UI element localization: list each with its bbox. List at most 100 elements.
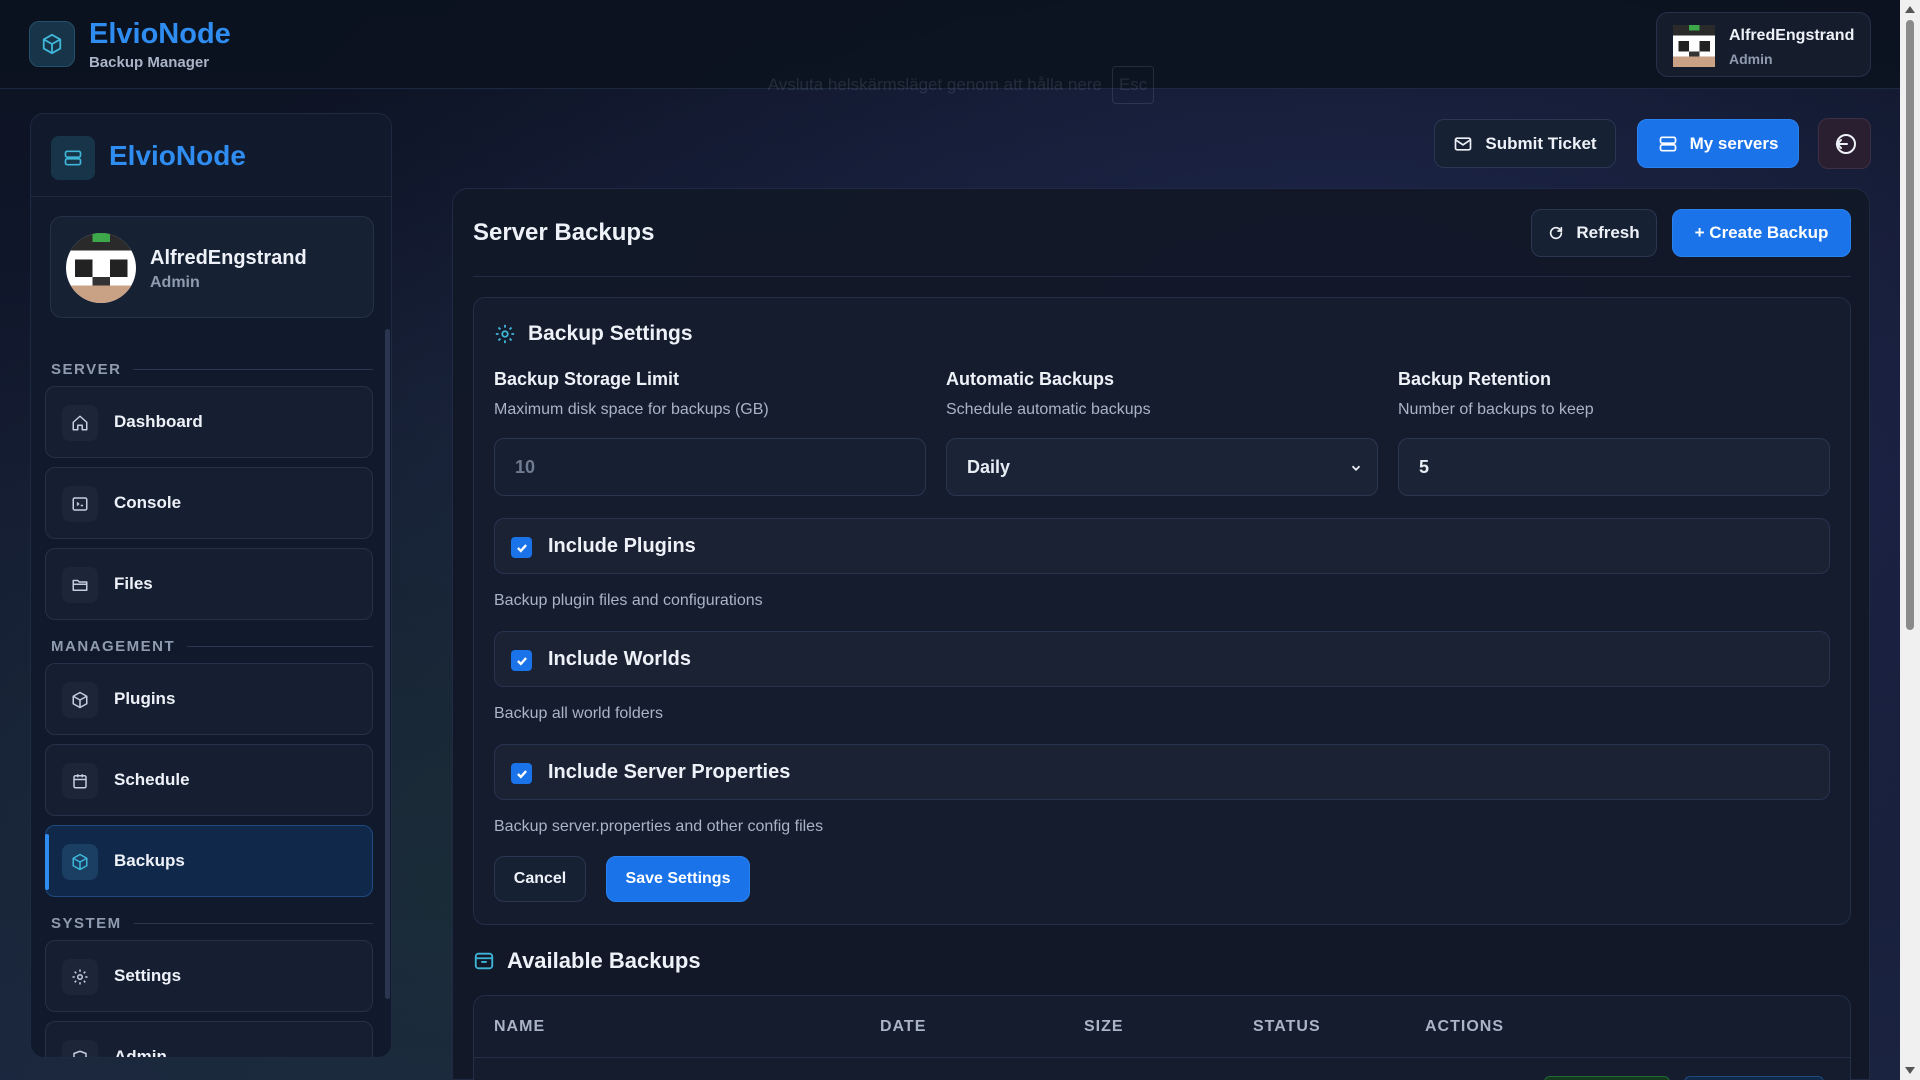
sidebar-item-files[interactable]: Files: [45, 548, 373, 620]
submit-ticket-button[interactable]: Submit Ticket: [1434, 119, 1616, 168]
scrollbar-thumb[interactable]: [1906, 20, 1914, 630]
section-label-text: SERVER: [51, 361, 122, 378]
available-backups-title: Available Backups: [507, 948, 701, 973]
main-panel: Server Backups Refresh + Create Backup B…: [452, 188, 1870, 1080]
gear-icon: [62, 959, 98, 995]
save-settings-button[interactable]: Save Settings: [606, 856, 750, 902]
sidebar-brand: ElvioNode: [109, 140, 246, 171]
check-icon: [516, 656, 527, 666]
sidebar-item-backups[interactable]: Backups: [45, 825, 373, 897]
include-worlds-row[interactable]: Include Worlds: [494, 631, 1830, 687]
my-servers-button[interactable]: My servers: [1637, 119, 1799, 168]
include-worlds-label: Include Worlds: [548, 648, 691, 670]
include-plugins-row[interactable]: Include Plugins: [494, 518, 1830, 574]
create-backup-label: + Create Backup: [1694, 223, 1829, 242]
automatic-backups-select[interactable]: Daily: [946, 438, 1378, 496]
backup-settings-title: Backup Settings: [528, 322, 693, 345]
retention-label: Backup Retention: [1398, 369, 1552, 389]
automatic-backups-help: Schedule automatic backups: [946, 401, 1151, 418]
cube-icon: [62, 844, 98, 880]
section-label-system: SYSTEM: [51, 915, 373, 932]
sidebar-item-label: Schedule: [114, 770, 190, 789]
table-header-divider: [474, 1057, 1850, 1058]
sidebar-header: ElvioNode: [31, 114, 391, 197]
automatic-backups-value: Daily: [967, 456, 1011, 477]
cube-icon: [29, 21, 75, 67]
scroll-up-arrow[interactable]: [1905, 6, 1915, 13]
column-header-name: NAME: [494, 1018, 546, 1035]
section-label-text: MANAGEMENT: [51, 638, 176, 655]
cancel-button[interactable]: Cancel: [494, 856, 586, 902]
storage-limit-label: Backup Storage Limit: [494, 369, 680, 389]
backup-settings-heading: Backup Settings: [494, 322, 693, 346]
sidebar-item-plugins[interactable]: Plugins: [45, 663, 373, 735]
sidebar: ElvioNode AlfredEngstrand Admin SERVER D…: [30, 113, 392, 1058]
storage-limit-help: Maximum disk space for backups (GB): [494, 401, 769, 418]
sidebar-item-label: Admin: [114, 1047, 167, 1058]
include-server-properties-row[interactable]: Include Server Properties: [494, 744, 1830, 800]
create-backup-button[interactable]: + Create Backup: [1672, 209, 1851, 257]
include-server-properties-help: Backup server.properties and other confi…: [494, 818, 824, 835]
logout-button[interactable]: [1818, 118, 1871, 169]
sidebar-item-label: Backups: [114, 851, 185, 870]
scroll-down-arrow[interactable]: [1905, 1067, 1915, 1074]
archive-icon: [474, 952, 494, 970]
include-plugins-checkbox[interactable]: [511, 537, 532, 558]
sidebar-item-settings[interactable]: Settings: [45, 940, 373, 1012]
server-icon: [51, 136, 95, 180]
shield-icon: [62, 1040, 98, 1057]
sidebar-item-label: Plugins: [114, 689, 176, 708]
sidebar-item-admin[interactable]: Admin: [45, 1021, 373, 1058]
sidebar-item-label: Dashboard: [114, 412, 203, 431]
check-icon: [516, 543, 527, 553]
restore-button[interactable]: [1544, 1076, 1670, 1080]
retention-input[interactable]: 5: [1398, 438, 1830, 496]
section-label-management: MANAGEMENT: [51, 638, 373, 655]
save-settings-label: Save Settings: [625, 870, 731, 887]
section-label-server: SERVER: [51, 361, 373, 378]
page-title: Server Backups: [473, 219, 655, 246]
chevron-down-icon: [1351, 465, 1361, 471]
sidebar-item-label: Console: [114, 493, 182, 512]
include-server-properties-checkbox[interactable]: [511, 763, 532, 784]
available-backups-heading: Available Backups: [473, 948, 701, 974]
sidebar-item-label: Settings: [114, 966, 182, 985]
backups-table: NAME DATE SIZE STATUS ACTIONS: [473, 995, 1851, 1080]
include-worlds-checkbox[interactable]: [511, 650, 532, 671]
title-divider: [473, 276, 1851, 277]
fullscreen-hint-text: Avsluta helskärmsläget genom att hålla n…: [767, 75, 1102, 94]
column-header-actions: ACTIONS: [1425, 1018, 1504, 1035]
sidebar-scrollbar[interactable]: [385, 329, 390, 999]
terminal-icon: [62, 486, 98, 522]
sidebar-item-dashboard[interactable]: Dashboard: [45, 386, 373, 458]
mail-icon: [1455, 136, 1472, 151]
page-scrollbar[interactable]: [1900, 0, 1920, 1080]
avatar: [1673, 25, 1715, 67]
refresh-button[interactable]: Refresh: [1531, 209, 1657, 257]
cube-icon: [62, 682, 98, 718]
column-header-date: DATE: [880, 1018, 927, 1035]
sidebar-user-role: Admin: [150, 274, 200, 291]
user-name: AlfredEngstrand: [1729, 27, 1855, 44]
automatic-backups-label: Automatic Backups: [946, 369, 1115, 389]
home-icon: [62, 405, 98, 441]
refresh-icon: [1550, 226, 1563, 240]
include-plugins-help: Backup plugin files and configurations: [494, 592, 763, 609]
user-role: Admin: [1729, 51, 1773, 67]
sidebar-item-console[interactable]: Console: [45, 467, 373, 539]
folder-icon: [62, 567, 98, 603]
sidebar-item-schedule[interactable]: Schedule: [45, 744, 373, 816]
submit-ticket-label: Submit Ticket: [1485, 133, 1597, 153]
avatar: [66, 233, 136, 303]
storage-limit-input[interactable]: 10: [494, 438, 926, 496]
download-button[interactable]: [1684, 1076, 1824, 1080]
gear-icon: [495, 324, 515, 344]
sidebar-user-name: AlfredEngstrand: [150, 247, 307, 269]
user-menu[interactable]: AlfredEngstrand Admin: [1656, 12, 1871, 77]
retention-help: Number of backups to keep: [1398, 401, 1594, 418]
include-plugins-label: Include Plugins: [548, 535, 696, 557]
backup-settings-card: Backup Settings Backup Storage Limit Max…: [473, 297, 1851, 925]
calendar-icon: [62, 763, 98, 799]
server-icon: [1659, 136, 1676, 151]
include-worlds-help: Backup all world folders: [494, 705, 663, 722]
